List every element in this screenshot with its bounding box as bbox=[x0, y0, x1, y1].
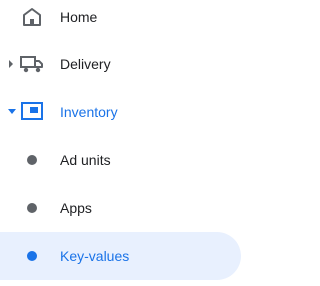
dot-icon bbox=[27, 251, 37, 261]
inventory-icon bbox=[21, 102, 43, 125]
sidebar-item-label: Delivery bbox=[60, 56, 111, 72]
sidebar-item-ad-units[interactable]: Ad units bbox=[0, 136, 241, 184]
sidebar-item-inventory[interactable]: Inventory bbox=[0, 88, 241, 136]
dot-icon bbox=[27, 203, 37, 213]
sidebar-item-label: Inventory bbox=[60, 104, 118, 120]
dot-icon bbox=[27, 155, 37, 165]
sidebar-item-label: Apps bbox=[60, 200, 92, 216]
sidebar-item-delivery[interactable]: Delivery bbox=[0, 40, 241, 88]
sidebar-item-label: Key-values bbox=[60, 248, 130, 264]
expand-arrow-icon[interactable] bbox=[8, 40, 16, 88]
collapse-arrow-icon[interactable] bbox=[8, 88, 16, 136]
sidebar-item-key-values[interactable]: Key-values bbox=[0, 232, 241, 280]
sidebar-item-home[interactable]: Home bbox=[0, 0, 241, 41]
home-icon bbox=[22, 7, 42, 32]
sidebar-item-label: Home bbox=[60, 9, 98, 25]
sidebar-item-apps[interactable]: Apps bbox=[0, 184, 241, 232]
truck-icon bbox=[20, 54, 44, 79]
sidebar-item-label: Ad units bbox=[60, 152, 111, 168]
sidebar-nav: Home Delivery Inventory Ad units Apps Ke… bbox=[0, 0, 241, 286]
